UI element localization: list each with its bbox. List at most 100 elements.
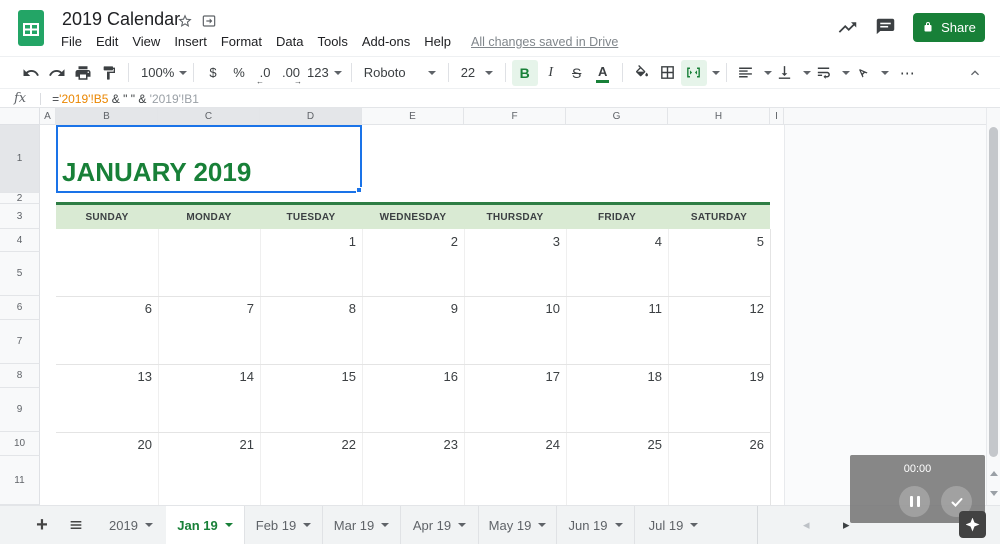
- font-family-dropdown[interactable]: Roboto: [358, 60, 442, 86]
- text-wrap-dropdown-arrow[interactable]: [842, 71, 850, 75]
- column-header-B[interactable]: B: [56, 108, 158, 125]
- column-header-G[interactable]: G: [566, 108, 668, 125]
- star-icon[interactable]: [177, 13, 193, 29]
- merge-cells-button[interactable]: [681, 60, 707, 86]
- calendar-day-cell[interactable]: 7: [158, 296, 260, 318]
- save-status-link[interactable]: All changes saved in Drive: [471, 35, 618, 49]
- text-rotation-button[interactable]: [850, 60, 876, 86]
- tab-dropdown-icon[interactable]: [615, 523, 623, 527]
- weekday-cell-sunday[interactable]: SUNDAY: [56, 205, 158, 229]
- menu-edit[interactable]: Edit: [89, 31, 125, 52]
- add-sheet-button[interactable]: +: [28, 506, 56, 544]
- weekday-cell-wednesday[interactable]: WEDNESDAY: [362, 205, 464, 229]
- sheet-tab-jun-19[interactable]: Jun 19: [556, 506, 634, 544]
- menu-tools[interactable]: Tools: [310, 31, 354, 52]
- tab-dropdown-icon[interactable]: [225, 523, 233, 527]
- row-header-7[interactable]: 7: [0, 320, 40, 364]
- calendar-day-cell[interactable]: 17: [464, 364, 566, 386]
- number-format-dropdown[interactable]: 123: [304, 60, 345, 86]
- calendar-day-cell[interactable]: 14: [158, 364, 260, 386]
- scroll-tabs-left-icon[interactable]: ◂: [803, 517, 810, 533]
- calendar-day-cell[interactable]: 2: [362, 229, 464, 251]
- row-header-2[interactable]: 2: [0, 193, 40, 204]
- fill-handle[interactable]: [356, 187, 362, 193]
- paint-format-button[interactable]: [96, 60, 122, 86]
- sheet-tab-may-19[interactable]: May 19: [478, 506, 556, 544]
- row-header-9[interactable]: 9: [0, 388, 40, 432]
- calendar-day-cell[interactable]: 16: [362, 364, 464, 386]
- calendar-day-cell[interactable]: [56, 229, 158, 251]
- calendar-day-cell[interactable]: 24: [464, 432, 566, 454]
- calendar-day-cell[interactable]: 25: [566, 432, 668, 454]
- column-header-H[interactable]: H: [668, 108, 770, 125]
- sheet-tab-jan-19-active[interactable]: Jan 19: [166, 506, 244, 544]
- tab-dropdown-icon[interactable]: [538, 523, 546, 527]
- scroll-up-arrow-icon[interactable]: [990, 471, 998, 476]
- row-header-10[interactable]: 10: [0, 432, 40, 456]
- calendar-day-cell[interactable]: 21: [158, 432, 260, 454]
- tab-dropdown-icon[interactable]: [690, 523, 698, 527]
- calendar-day-cell[interactable]: 26: [668, 432, 770, 454]
- row-header-11[interactable]: 11: [0, 456, 40, 505]
- sheet-tab-feb-19[interactable]: Feb 19: [244, 506, 322, 544]
- format-percent-button[interactable]: %: [226, 60, 252, 86]
- weekday-cell-thursday[interactable]: THURSDAY: [464, 205, 566, 229]
- scroll-tabs-right-icon[interactable]: ▸: [843, 517, 850, 533]
- column-header-I[interactable]: I: [770, 108, 784, 125]
- format-currency-button[interactable]: $: [200, 60, 226, 86]
- vertical-align-button[interactable]: [772, 60, 798, 86]
- increase-decimal-button[interactable]: .00→: [278, 60, 304, 86]
- tab-dropdown-icon[interactable]: [381, 523, 389, 527]
- row-header-8[interactable]: 8: [0, 364, 40, 388]
- calendar-day-cell[interactable]: 15: [260, 364, 362, 386]
- scroll-down-arrow-icon[interactable]: [990, 491, 998, 496]
- text-color-button[interactable]: A: [590, 60, 616, 86]
- column-header-C[interactable]: C: [158, 108, 260, 125]
- sheet-tab-mar-19[interactable]: Mar 19: [322, 506, 400, 544]
- redo-button[interactable]: [44, 60, 70, 86]
- horizontal-align-dropdown-arrow[interactable]: [764, 71, 772, 75]
- calendar-day-cell[interactable]: 11: [566, 296, 668, 318]
- selected-cell-title[interactable]: JANUARY 2019: [56, 125, 362, 193]
- row-header-4[interactable]: 4: [0, 229, 40, 252]
- sheet-tab-apr-19[interactable]: Apr 19: [400, 506, 478, 544]
- calendar-day-cell[interactable]: 8: [260, 296, 362, 318]
- vertical-scrollbar[interactable]: [986, 108, 1000, 505]
- tab-dropdown-icon[interactable]: [458, 523, 466, 527]
- column-header-A[interactable]: A: [40, 108, 56, 125]
- more-toolbar-button[interactable]: ⋯: [895, 60, 921, 86]
- column-header-E[interactable]: E: [362, 108, 464, 125]
- menu-data[interactable]: Data: [269, 31, 310, 52]
- font-size-dropdown[interactable]: 22: [455, 60, 499, 86]
- calendar-day-cell[interactable]: 18: [566, 364, 668, 386]
- sheet-tab-2019[interactable]: 2019: [96, 506, 166, 544]
- comment-icon[interactable]: [875, 17, 896, 38]
- calendar-day-cell[interactable]: 20: [56, 432, 158, 454]
- strikethrough-button[interactable]: S: [564, 60, 590, 86]
- column-header-D[interactable]: D: [260, 108, 362, 125]
- calendar-day-cell[interactable]: 22: [260, 432, 362, 454]
- column-header-F[interactable]: F: [464, 108, 566, 125]
- recorder-extension-badge[interactable]: [959, 511, 986, 538]
- tab-dropdown-icon[interactable]: [303, 523, 311, 527]
- calendar-day-cell[interactable]: 10: [464, 296, 566, 318]
- undo-button[interactable]: [18, 60, 44, 86]
- vertical-align-dropdown-arrow[interactable]: [803, 71, 811, 75]
- menu-format[interactable]: Format: [214, 31, 269, 52]
- calendar-day-cell[interactable]: 4: [566, 229, 668, 251]
- calendar-day-cell[interactable]: 5: [668, 229, 770, 251]
- weekday-cell-monday[interactable]: MONDAY: [158, 205, 260, 229]
- weekday-cell-tuesday[interactable]: TUESDAY: [260, 205, 362, 229]
- calendar-day-cell[interactable]: [158, 229, 260, 251]
- bold-button[interactable]: B: [512, 60, 538, 86]
- calendar-day-cell[interactable]: 12: [668, 296, 770, 318]
- share-button[interactable]: Share: [913, 13, 985, 42]
- calendar-day-cell[interactable]: 3: [464, 229, 566, 251]
- formula-bar[interactable]: fx ='2019'!B5 & " " & '2019'!B1: [0, 90, 1000, 108]
- sheets-logo-icon[interactable]: [17, 9, 45, 47]
- zoom-dropdown[interactable]: 100%: [135, 60, 187, 86]
- pause-recording-button[interactable]: [899, 486, 930, 517]
- select-all-corner[interactable]: [0, 108, 40, 125]
- weekday-cell-friday[interactable]: FRIDAY: [566, 205, 668, 229]
- tab-dropdown-icon[interactable]: [145, 523, 153, 527]
